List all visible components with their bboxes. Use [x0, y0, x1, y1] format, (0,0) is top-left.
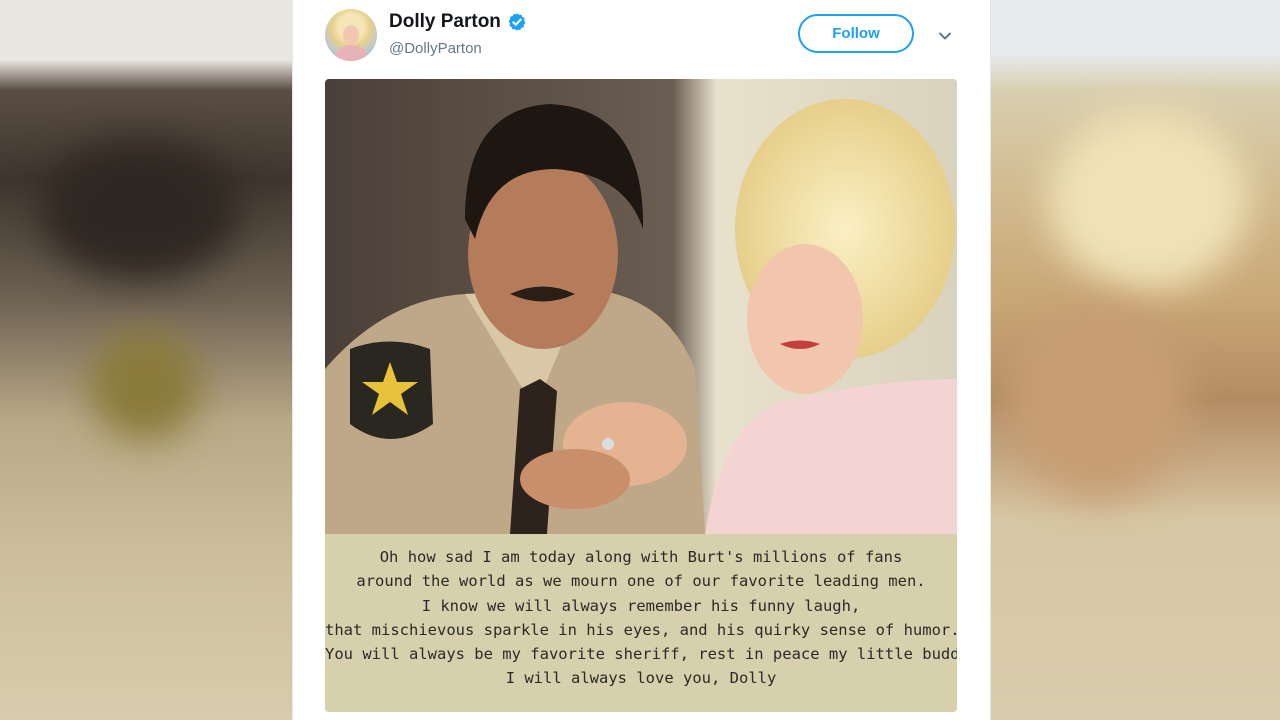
- chevron-down-icon[interactable]: [937, 28, 953, 44]
- caption-panel: Oh how sad I am today along with Burt's …: [325, 534, 957, 712]
- caption-line: You will always be my favorite sheriff, …: [325, 645, 957, 664]
- follow-button[interactable]: Follow: [798, 14, 914, 53]
- caption-line: I know we will always remember his funny…: [421, 596, 861, 615]
- photo-image: [325, 79, 957, 534]
- blurred-background-left: [0, 0, 292, 720]
- display-name[interactable]: Dolly Parton: [389, 11, 501, 33]
- avatar-face: [343, 25, 359, 45]
- caption-line: that mischievous sparkle in his eyes, an…: [325, 620, 957, 639]
- blurred-background-right: [988, 0, 1280, 720]
- avatar-body: [335, 45, 367, 61]
- caption-line: Oh how sad I am today along with Burt's …: [379, 548, 903, 566]
- profile-avatar[interactable]: [325, 9, 377, 61]
- caption-line: I will always love you, Dolly: [505, 669, 777, 688]
- tweet-card: Dolly Parton @DollyParton Follow Oh how …: [292, 0, 991, 720]
- tweet-media[interactable]: Oh how sad I am today along with Burt's …: [325, 79, 957, 712]
- caption-line: around the world as we mourn one of our …: [356, 572, 926, 591]
- user-handle[interactable]: @DollyParton: [389, 40, 482, 57]
- author-name-row: Dolly Parton: [389, 11, 527, 33]
- verified-badge-icon: [508, 13, 526, 31]
